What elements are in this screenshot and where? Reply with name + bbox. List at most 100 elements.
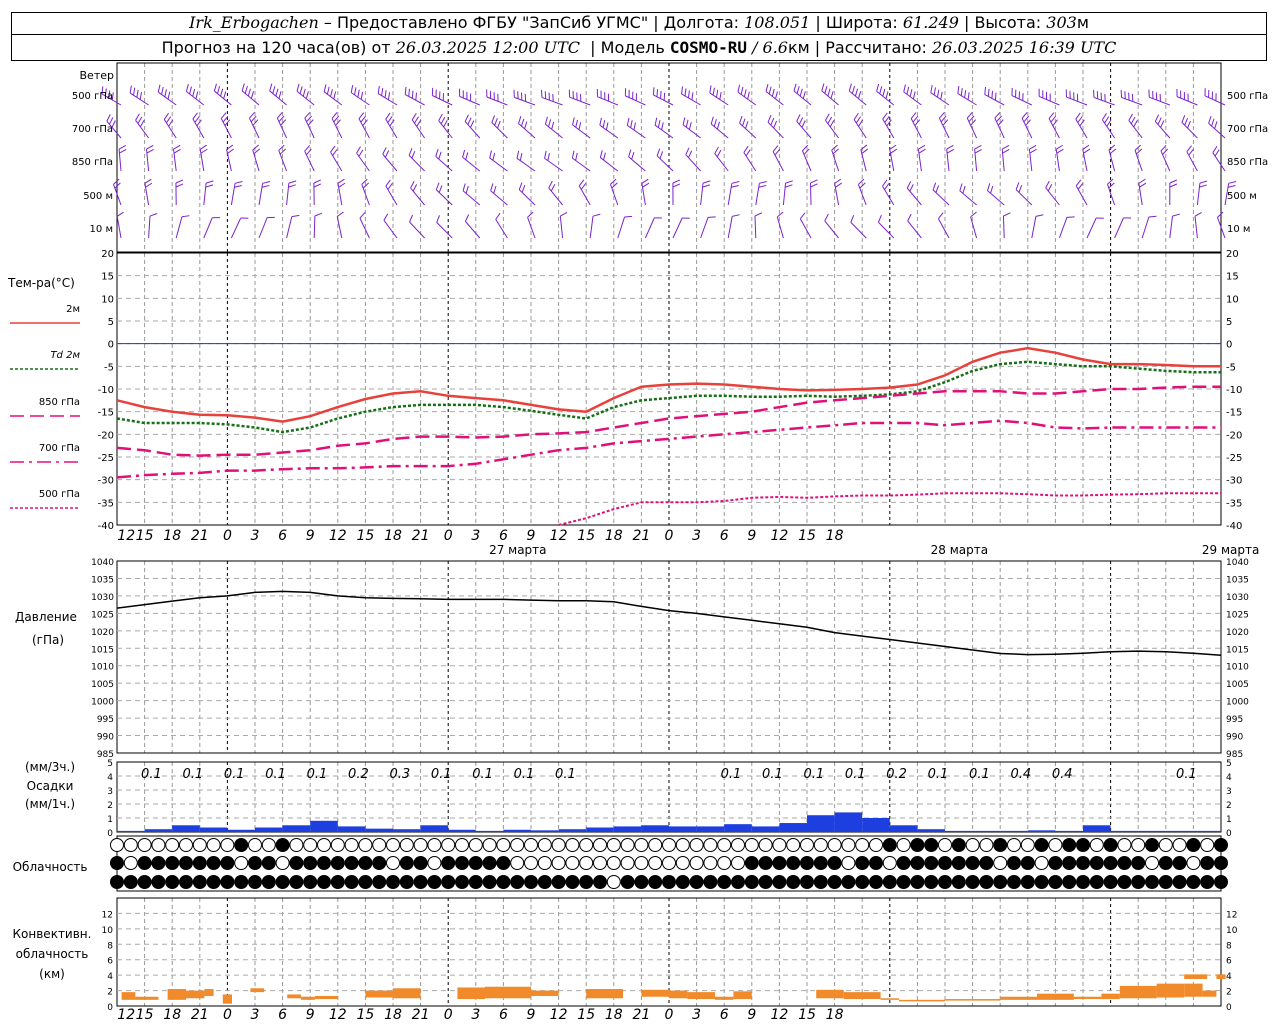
cloud-symbol bbox=[855, 856, 870, 870]
cloud-symbol bbox=[896, 838, 911, 852]
temp-ytick-left: -15 bbox=[98, 408, 114, 419]
barb-staff bbox=[1108, 149, 1116, 172]
wind-barb bbox=[984, 86, 1005, 106]
barb-feather bbox=[599, 150, 603, 158]
wind-level-label: 700 гПа bbox=[72, 124, 113, 135]
press-ytick-left: 990 bbox=[97, 733, 114, 743]
wind-barb bbox=[937, 212, 950, 239]
barb-staff bbox=[548, 187, 563, 206]
wind-barb bbox=[404, 86, 425, 106]
barb-feather bbox=[970, 211, 977, 218]
wind-barb bbox=[385, 112, 398, 139]
barb-staff bbox=[175, 216, 183, 239]
cloud-symbol bbox=[1172, 856, 1187, 870]
barb-staff bbox=[405, 94, 425, 106]
barb-feather bbox=[234, 181, 243, 184]
wind-barb bbox=[628, 149, 646, 172]
wind-barb bbox=[199, 144, 208, 172]
press-ytick-right: 1025 bbox=[1226, 610, 1249, 620]
cloud-symbol bbox=[468, 875, 483, 889]
barb-staff bbox=[495, 219, 508, 239]
wind-barb bbox=[145, 145, 154, 172]
temp-xtick: 18 bbox=[826, 528, 844, 544]
cloud-symbol bbox=[882, 875, 897, 889]
precip-3h-label: 0.1 bbox=[224, 767, 245, 782]
conv-bar bbox=[669, 990, 688, 999]
cloud-symbol bbox=[151, 856, 166, 870]
cloud-symbol bbox=[524, 838, 538, 852]
barb-feather bbox=[436, 215, 440, 223]
cloud-symbol bbox=[1131, 856, 1146, 870]
barb-staff bbox=[910, 118, 922, 139]
cloud-symbol bbox=[165, 875, 180, 889]
barb-feather bbox=[611, 182, 618, 189]
temp-xtick: 12 bbox=[550, 528, 568, 544]
cloud-symbol bbox=[110, 856, 124, 870]
cloud-symbol bbox=[662, 838, 676, 852]
precip-bar bbox=[917, 829, 945, 832]
wind-barb bbox=[589, 213, 601, 239]
barb-feather bbox=[185, 84, 189, 92]
wind-barb bbox=[834, 178, 842, 206]
bottom-xtick: 12 bbox=[770, 1007, 788, 1023]
barb-staff bbox=[382, 153, 398, 172]
wind-barb bbox=[148, 213, 158, 239]
wind-barb bbox=[1055, 144, 1064, 172]
wind-barb bbox=[1002, 212, 1011, 239]
barb-staff bbox=[410, 187, 425, 206]
precip-bar bbox=[1055, 830, 1083, 832]
barb-staff bbox=[432, 95, 453, 106]
barb-feather bbox=[337, 178, 345, 184]
precip-bar bbox=[337, 826, 366, 832]
temp-legend-label: 700 гПа bbox=[39, 443, 80, 454]
barb-staff bbox=[767, 121, 784, 139]
cloud-symbol bbox=[965, 838, 980, 852]
conv-ytick-right: 4 bbox=[1226, 972, 1232, 982]
wind-barb bbox=[568, 89, 591, 106]
temp-ytick-right: -20 bbox=[1226, 430, 1242, 441]
wind-level-label-right: 500 гПа bbox=[1227, 91, 1268, 102]
wind-barb bbox=[383, 213, 398, 239]
bottom-xtick: 18 bbox=[605, 1007, 623, 1023]
wind-barb bbox=[1160, 144, 1171, 172]
wind-barb bbox=[1169, 213, 1180, 239]
barb-feather bbox=[737, 84, 741, 93]
cloud-symbol bbox=[593, 875, 607, 889]
date-label: 27 марта bbox=[489, 543, 546, 557]
cloud-symbol bbox=[579, 875, 594, 889]
wind-barb bbox=[906, 181, 922, 206]
barb-staff bbox=[600, 157, 619, 172]
cloud-symbol bbox=[565, 875, 580, 889]
barb-staff bbox=[163, 119, 177, 139]
barb-feather bbox=[810, 183, 818, 188]
barb-feather bbox=[810, 179, 818, 184]
wind-barb bbox=[1001, 145, 1010, 172]
wind-barb bbox=[462, 149, 481, 172]
precip-bar bbox=[807, 815, 835, 832]
barb-feather bbox=[1120, 89, 1123, 98]
press-ytick-right: 990 bbox=[1226, 733, 1243, 743]
barb-staff bbox=[408, 155, 425, 172]
barb-staff bbox=[1121, 96, 1143, 106]
barb-feather bbox=[338, 182, 346, 188]
barb-feather bbox=[516, 150, 520, 159]
barb-staff bbox=[589, 216, 594, 239]
barb-staff bbox=[276, 117, 288, 139]
cloud-symbol bbox=[344, 838, 359, 852]
barb-staff bbox=[516, 157, 536, 172]
cloud-symbol bbox=[537, 856, 552, 870]
cloud-symbol bbox=[855, 838, 870, 852]
precip-bar bbox=[475, 830, 504, 832]
cloud-symbol bbox=[358, 856, 373, 870]
wind-barb bbox=[385, 179, 398, 206]
precip-3h-label: 0.1 bbox=[762, 767, 783, 782]
cloud-symbol bbox=[1214, 875, 1228, 889]
temp-ytick-left: -40 bbox=[98, 521, 114, 532]
cloud-symbol bbox=[358, 875, 373, 889]
wind-barb bbox=[624, 88, 646, 106]
barb-feather bbox=[918, 148, 926, 154]
cloudiness-title: Облачность bbox=[13, 860, 88, 874]
press-ytick-left: 1015 bbox=[91, 645, 114, 655]
wind-barb bbox=[336, 211, 344, 239]
wind-barb bbox=[203, 180, 214, 206]
